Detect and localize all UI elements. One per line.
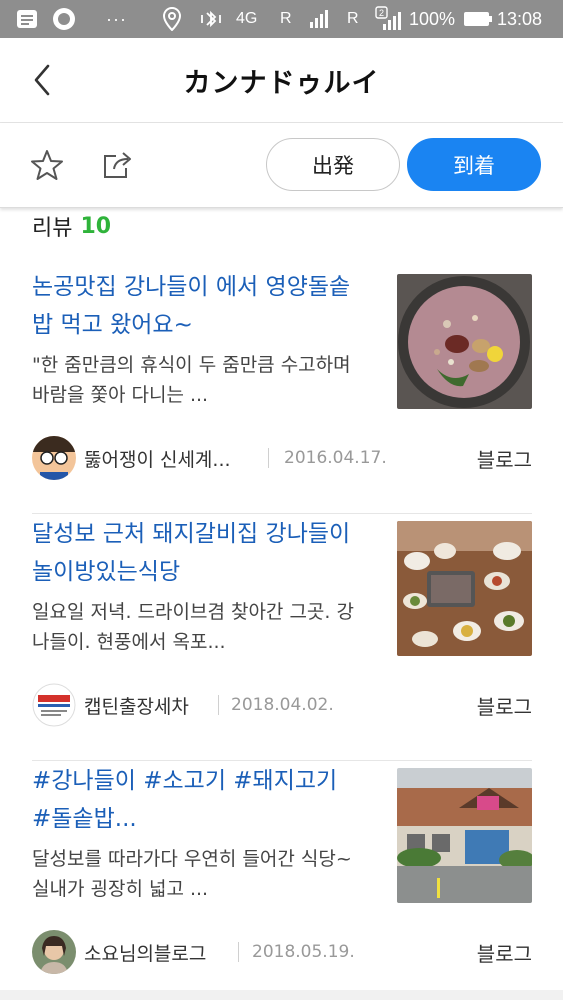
share-button[interactable] [98,145,138,185]
page-title: カンナドゥルイ [183,68,380,99]
avatar[interactable] [32,930,76,974]
svg-text:2: 2 [379,8,384,18]
review-meta: 소요님의블로그 2018.05.19. 블로그 [32,930,532,974]
review-snippet: 달성보를 따라가다 우연히 들어간 식당~ 실내가 굉장히 넓고 ... [32,848,352,900]
review-label: 리뷰 [32,216,73,241]
review-meta: 캡틴출장세차 2018.04.02. 블로그 [32,683,532,727]
more-notifications-icon: ··· [106,8,127,29]
review-date: 2018.04.02. [231,695,334,715]
signal-icon [308,0,332,38]
review-item[interactable]: 달성보 근처 돼지갈비집 강나들이 놀이방있는식당 일요일 저녁. 드라이브겸 … [32,515,532,761]
divider [32,760,532,761]
clock: 13:08 [497,8,543,29]
review-header: 리뷰 10 [32,208,111,244]
favorite-button[interactable] [27,145,67,185]
divider [218,695,219,715]
status-bar: ··· 4G R R 2 100% 13:08 [0,0,563,38]
review-count: 10 [80,213,112,239]
review-meta: 뚫어쟁이 신세계... 2016.04.17. 블로그 [32,436,532,480]
message-icon [16,0,38,38]
review-snippet: 일요일 저녁. 드라이브겸 찾아간 그곳. 강나들이. 현풍에서 옥포... [32,601,354,653]
review-date: 2018.05.19. [252,942,355,962]
review-thumbnail[interactable] [397,768,532,903]
roaming-indicator: R [280,10,292,27]
review-date: 2016.04.17. [284,448,387,468]
avatar[interactable] [32,683,76,727]
battery-percent: 100% [409,8,456,29]
battery-icon [463,0,493,38]
bluetooth-vibrate-icon [198,0,224,38]
star-icon [31,150,63,180]
review-source: 블로그 [476,447,532,472]
review-author[interactable]: 소요님의블로그 [84,930,206,974]
review-thumbnail[interactable] [397,521,532,656]
arrive-button[interactable]: 到着 [407,138,541,191]
divider [32,513,532,514]
divider [238,942,239,962]
review-title[interactable]: #강나들이 #소고기 #돼지고기 #돌솥밥... [32,762,362,838]
review-source: 블로그 [476,941,532,966]
divider [268,448,269,468]
action-bar: 出発 到着 [0,123,563,208]
review-source: 블로그 [476,694,532,719]
avatar[interactable] [32,436,76,480]
roaming-indicator: R [347,10,359,27]
review-thumbnail[interactable] [397,274,532,409]
review-author[interactable]: 뚫어쟁이 신세계... [84,436,231,480]
record-icon [52,0,76,38]
network-type: 4G [236,10,258,27]
signal-sim2-icon: 2 [375,0,405,38]
depart-button[interactable]: 出発 [266,138,400,191]
header: カンナドゥルイ [0,38,563,123]
share-icon [104,152,131,178]
bottom-edge [0,990,563,1000]
review-list: 리뷰 10 논공맛집 강나들이 에서 영양돌솥밥 먹고 왔어요~ "한 줌만큼의… [0,208,563,1000]
review-snippet: "한 줌만큼의 휴식이 두 줌만큼 수고하며 바람을 쫓아 다니는 ... [32,354,351,406]
review-author[interactable]: 캡틴출장세차 [84,683,189,727]
location-icon [163,0,181,38]
review-item[interactable]: 논공맛집 강나들이 에서 영양돌솥밥 먹고 왔어요~ "한 줌만큼의 휴식이 두… [32,268,532,514]
review-item[interactable]: #강나들이 #소고기 #돼지고기 #돌솥밥... 달성보를 따라가다 우연히 들… [32,762,532,1000]
review-title[interactable]: 달성보 근처 돼지갈비집 강나들이 놀이방있는식당 [32,515,362,591]
review-title[interactable]: 논공맛집 강나들이 에서 영양돌솥밥 먹고 왔어요~ [32,268,362,344]
